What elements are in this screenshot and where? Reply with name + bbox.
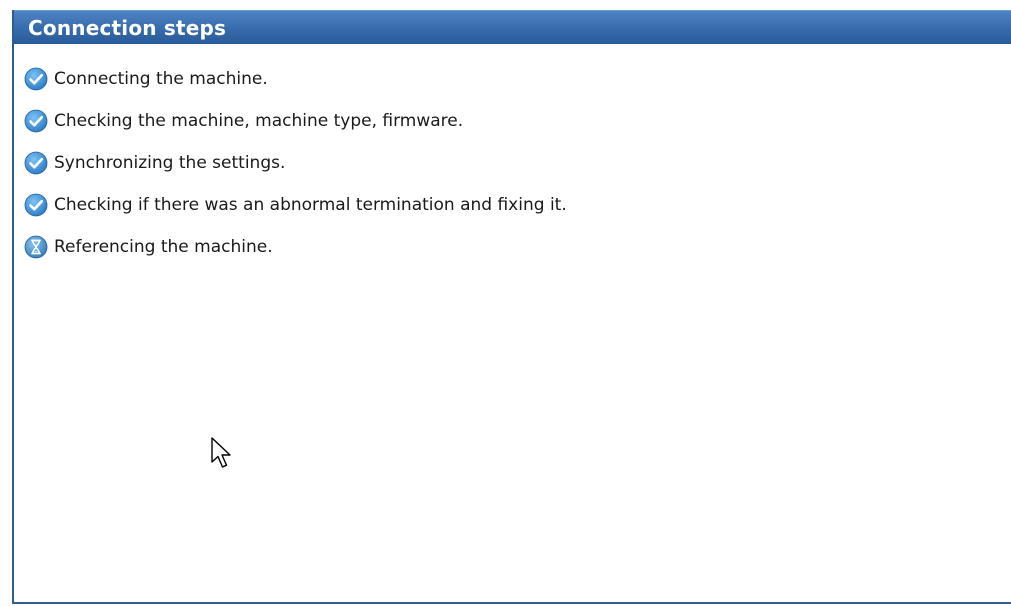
step-label: Checking the machine, machine type, firm… [54, 111, 464, 131]
steps-list: Connecting the machine. Checking the mac… [14, 44, 1011, 268]
mouse-cursor-icon [211, 437, 231, 468]
connection-steps-panel: Connection steps Connecting the machine. [12, 10, 1011, 604]
step-item: Connecting the machine. [24, 58, 1011, 100]
panel-header: Connection steps [14, 10, 1011, 44]
checkmark-icon [24, 151, 48, 175]
step-label: Synchronizing the settings. [54, 153, 286, 173]
panel-title: Connection steps [28, 15, 227, 40]
step-label: Connecting the machine. [54, 69, 268, 89]
step-item: Checking the machine, machine type, firm… [24, 100, 1011, 142]
checkmark-icon [24, 193, 48, 217]
step-item: Referencing the machine. [24, 226, 1011, 268]
checkmark-icon [24, 67, 48, 91]
step-item: Synchronizing the settings. [24, 142, 1011, 184]
step-item: Checking if there was an abnormal termin… [24, 184, 1011, 226]
hourglass-icon [24, 235, 48, 259]
checkmark-icon [24, 109, 48, 133]
step-label: Referencing the machine. [54, 237, 273, 257]
step-label: Checking if there was an abnormal termin… [54, 195, 567, 215]
